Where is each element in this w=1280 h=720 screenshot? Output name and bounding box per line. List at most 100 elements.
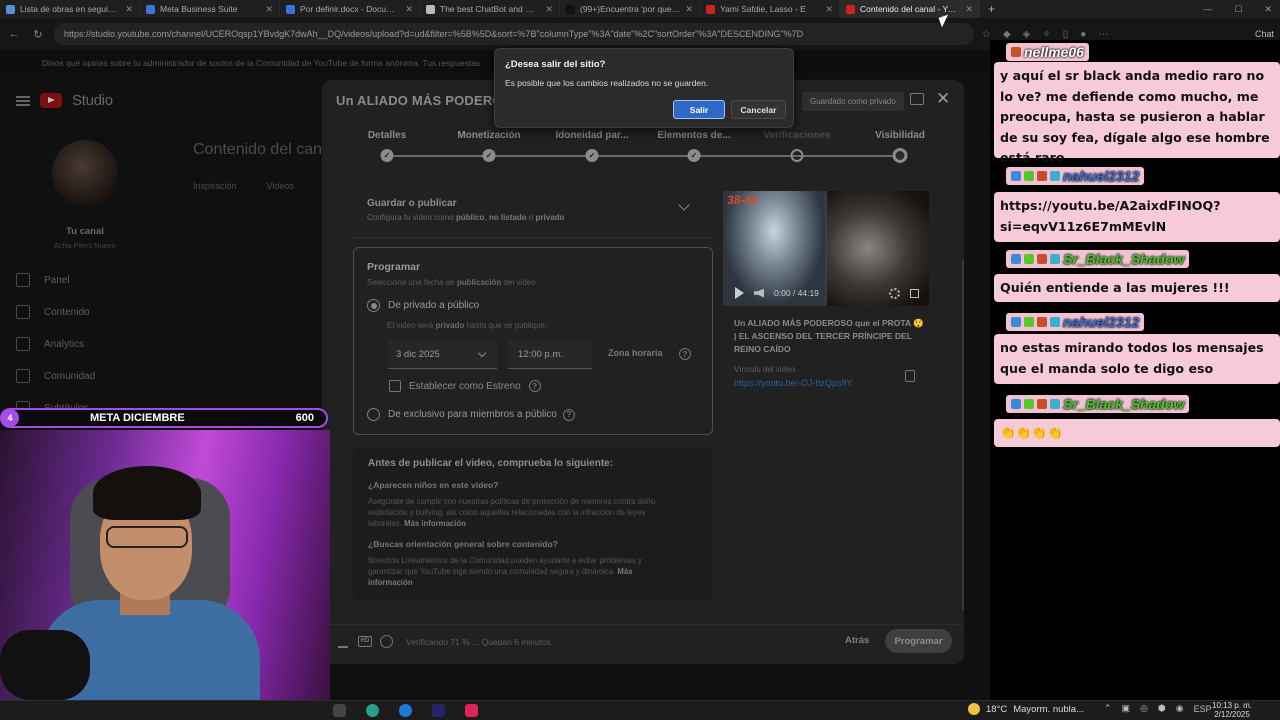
- date-picker[interactable]: 3 dic 2025: [388, 341, 497, 369]
- play-icon[interactable]: [735, 287, 744, 299]
- menu-icon[interactable]: [16, 95, 30, 106]
- sidebar-item-panel[interactable]: Panel: [0, 264, 180, 296]
- step-complete-icon[interactable]: ✓: [482, 149, 496, 162]
- step-label[interactable]: Monetización: [457, 130, 520, 141]
- hd-icon: HD: [358, 636, 372, 647]
- extension-icon[interactable]: ◈: [1023, 29, 1031, 40]
- close-tab-icon[interactable]: ✕: [685, 4, 693, 15]
- channel-avatar[interactable]: [52, 140, 118, 206]
- premiere-checkbox[interactable]: [389, 380, 401, 392]
- members-to-public-option[interactable]: De exclusivo para miembros a público ?: [367, 408, 575, 421]
- text: Selecciona una fecha de: [367, 278, 457, 287]
- app-icon[interactable]: [333, 704, 346, 717]
- step-complete-icon[interactable]: ✓: [687, 149, 701, 162]
- back-button[interactable]: Atrás: [845, 635, 869, 646]
- schedule-button[interactable]: Programar: [885, 629, 952, 653]
- more-info-link[interactable]: Más información: [404, 519, 466, 528]
- tray-icon[interactable]: ◎: [1140, 703, 1148, 714]
- back-icon[interactable]: ←: [6, 28, 22, 40]
- menu-icon[interactable]: ⋯: [1098, 29, 1108, 40]
- tray-icon[interactable]: ▣: [1122, 703, 1131, 714]
- tray-icon[interactable]: ⬢: [1158, 703, 1166, 714]
- help-icon[interactable]: ?: [528, 380, 541, 392]
- tab-inspiration[interactable]: Inspiración: [193, 181, 237, 191]
- step-label[interactable]: Detalles: [368, 130, 406, 141]
- timezone-button[interactable]: Zona horaria: [608, 348, 663, 358]
- video-preview[interactable]: 38-45 0:00 / 44:19: [723, 191, 929, 306]
- step-label[interactable]: Idoneidad par...: [555, 130, 628, 141]
- minimize-icon[interactable]: —: [1203, 4, 1212, 14]
- step-complete-icon[interactable]: ✓: [585, 149, 599, 162]
- volume-icon[interactable]: [754, 288, 764, 298]
- help-icon[interactable]: ?: [562, 408, 575, 421]
- text: Configura tu video como: [367, 213, 456, 222]
- tray-icon[interactable]: ◉: [1176, 703, 1184, 714]
- step-label[interactable]: Elementos de...: [657, 130, 730, 141]
- premiere-checkbox-row[interactable]: Establecer como Estreno ?: [389, 380, 541, 392]
- close-tab-icon[interactable]: ✕: [545, 4, 553, 15]
- chat-badge-icon: [1011, 317, 1021, 327]
- sidebar-item-content[interactable]: Contenido: [0, 296, 180, 328]
- content-tabs: Inspiración Videos: [193, 181, 294, 191]
- puzzle-icon[interactable]: ✧: [1042, 29, 1050, 40]
- browser-tab[interactable]: (99+)Encuentra 'por que lo ✕: [560, 0, 700, 18]
- sidebar-item-community[interactable]: Comunidad: [0, 360, 180, 392]
- checklist-question: ¿Buscas orientación general sobre conten…: [368, 539, 558, 549]
- browser-tab[interactable]: Meta Business Suite ✕: [140, 0, 280, 18]
- premiere-icon[interactable]: [432, 704, 445, 717]
- close-icon[interactable]: ✕: [936, 89, 950, 109]
- copy-icon[interactable]: [905, 370, 915, 382]
- close-tab-icon[interactable]: ✕: [125, 4, 133, 15]
- fullscreen-icon[interactable]: [910, 288, 919, 298]
- star-icon[interactable]: ☆: [982, 29, 991, 40]
- reload-icon[interactable]: ↻: [30, 28, 46, 41]
- browser-tab[interactable]: Por definir.docx - Documen ✕: [280, 0, 420, 18]
- chevron-up-icon[interactable]: ⌃: [1104, 703, 1112, 714]
- radio-unselected[interactable]: [367, 408, 380, 421]
- step-current-icon[interactable]: [892, 148, 908, 163]
- clock[interactable]: 10:13 p. m. 2/12/2025: [1212, 701, 1252, 719]
- save-or-publish-section[interactable]: [353, 186, 712, 238]
- cancel-button[interactable]: Cancelar: [731, 100, 786, 119]
- step-pending-icon[interactable]: [790, 149, 804, 162]
- close-tab-icon[interactable]: ✕: [265, 4, 273, 15]
- video-title: Un ALIADO MÁS PODEROSO que el PROTA 😲 | …: [734, 318, 924, 354]
- close-tab-icon[interactable]: ✕: [965, 4, 973, 15]
- gear-icon[interactable]: [889, 287, 900, 299]
- private-to-public-option[interactable]: De privado a público: [367, 299, 479, 312]
- step-label[interactable]: Verificaciones: [763, 130, 830, 141]
- extension-icon[interactable]: ◆: [1003, 29, 1011, 40]
- tab-videos[interactable]: Videos: [267, 181, 294, 191]
- time-field[interactable]: 12:00 p.m.: [508, 341, 592, 369]
- close-tab-icon[interactable]: ✕: [405, 4, 413, 15]
- video-link[interactable]: https://youtu.be/-OJ-bzQps9Y: [734, 378, 853, 388]
- browser-tab[interactable]: The best ChatBot and Widg ✕: [420, 0, 560, 18]
- exit-button[interactable]: Salir: [673, 100, 725, 119]
- chat-button[interactable]: Chat: [1255, 29, 1274, 39]
- language-indicator[interactable]: ESP: [1194, 704, 1212, 714]
- browser-tab[interactable]: Contenido del canal - YouT ✕: [840, 0, 980, 18]
- weather-widget[interactable]: 18°C Mayorm. nubla...: [968, 703, 1084, 715]
- sidebar-icon[interactable]: ▯: [1063, 29, 1069, 40]
- step-complete-icon[interactable]: ✓: [380, 149, 394, 162]
- text: privado: [535, 213, 565, 222]
- studio-logo[interactable]: Studio: [16, 92, 113, 109]
- help-icon[interactable]: ?: [679, 348, 691, 360]
- sidebar-item-analytics[interactable]: Analytics: [0, 328, 180, 360]
- scrollbar[interactable]: [962, 260, 964, 610]
- url-field[interactable]: https://studio.youtube.com/channel/UCERO…: [54, 23, 974, 45]
- browser-tab[interactable]: Yami Safdie, Lasso - E ✕: [700, 0, 840, 18]
- browser-tab[interactable]: Lista de obras en seguimien ✕: [0, 0, 140, 18]
- radio-selected[interactable]: [367, 299, 380, 312]
- edge-icon[interactable]: [399, 704, 412, 717]
- tiktok-icon[interactable]: [465, 704, 478, 717]
- profile-icon[interactable]: ●: [1080, 29, 1086, 40]
- new-tab-button[interactable]: +: [980, 2, 1003, 16]
- temperature: 18°C: [986, 703, 1008, 715]
- feedback-icon[interactable]: [910, 93, 924, 105]
- chrome-icon[interactable]: [366, 704, 379, 717]
- close-tab-icon[interactable]: ✕: [825, 4, 833, 15]
- close-window-icon[interactable]: ✕: [1264, 4, 1272, 15]
- step-label[interactable]: Visibilidad: [875, 130, 925, 141]
- maximize-icon[interactable]: ☐: [1234, 4, 1242, 15]
